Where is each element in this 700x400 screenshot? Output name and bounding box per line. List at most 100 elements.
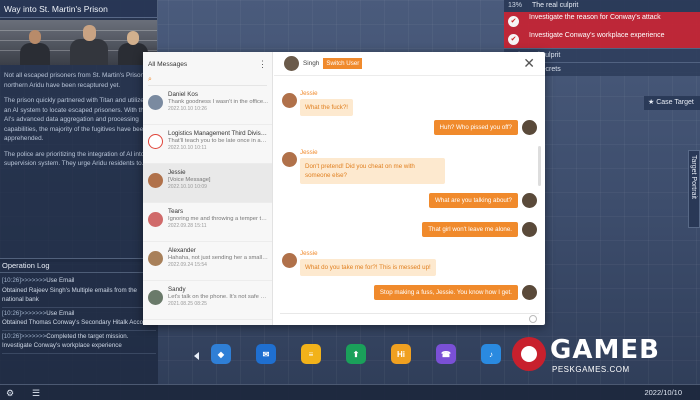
list-icon[interactable]: ☰ bbox=[32, 388, 40, 399]
message-bubble: What the fuck?! bbox=[300, 99, 353, 116]
task-item-label: Investigate Conway's workplace experienc… bbox=[529, 32, 665, 39]
message-bubble: Stop making a fuss, Jessie. You know how… bbox=[373, 285, 518, 300]
log-entry: [10:26]>>>>>>>Completed the target missi… bbox=[2, 331, 156, 354]
contact-name: Daniel Kos bbox=[168, 91, 198, 98]
task-header-label: The real culprit bbox=[532, 2, 579, 9]
messenger-window: All Messages ⋮ ⌕ Daniel Kos Thank goodne… bbox=[143, 52, 545, 325]
avatar bbox=[148, 173, 163, 188]
notes-app-icon[interactable]: ≡ bbox=[301, 344, 321, 364]
app-dock: ◆ ✉ ≡ ⬆ Hi ☎ ♪ bbox=[211, 344, 501, 364]
contact-date: 2021.08.25 08:25 bbox=[168, 301, 207, 307]
contacts-title: All Messages bbox=[148, 60, 188, 68]
contact-preview: Hahaha, not just sending her a small gif… bbox=[168, 255, 268, 261]
search-icon[interactable]: ⌕ bbox=[148, 76, 267, 86]
case-target-button[interactable]: ★ Case Target bbox=[644, 96, 700, 110]
avatar bbox=[148, 251, 163, 266]
operation-log: Operation Log [10:26]>>>>>>>Use Email Ob… bbox=[0, 258, 158, 384]
operation-log-title: Operation Log bbox=[0, 259, 158, 273]
sender-name: Jessie bbox=[300, 250, 318, 257]
message-bubble: What are you talking about? bbox=[428, 193, 518, 208]
message-input[interactable] bbox=[280, 313, 539, 323]
news-paragraph: Not all escaped prisoners from St. Marti… bbox=[4, 72, 151, 89]
avatar bbox=[522, 222, 537, 237]
close-icon[interactable]: ✕ bbox=[523, 56, 535, 70]
operation-log-list: [10:26]>>>>>>> Use Email Obtained Rajeev … bbox=[0, 273, 158, 356]
avatar bbox=[522, 193, 537, 208]
message-outgoing: Stop making a fuss, Jessie. You know how… bbox=[373, 285, 537, 300]
task-item-label: Investigate the reason for Conway's atta… bbox=[529, 14, 661, 21]
switch-user-button[interactable]: Switch User bbox=[323, 58, 363, 69]
contact-item[interactable]: Jessie [Voice Message] 2022.10.10 10:09 bbox=[143, 164, 272, 203]
log-entry: [10:26]>>>>>>>Use Email Obtained Thomas … bbox=[2, 308, 156, 331]
sender-name: Jessie bbox=[300, 149, 318, 156]
maps-app-icon[interactable]: ⬆ bbox=[346, 344, 366, 364]
system-date: 2022/10/10 bbox=[644, 388, 682, 397]
phone-app-icon[interactable]: ☎ bbox=[436, 344, 456, 364]
contact-preview: Ignoring me and throwing a temper tantru… bbox=[168, 216, 268, 222]
contact-name: Sandy bbox=[168, 286, 186, 293]
contact-item[interactable]: Alexander Hahaha, not just sending her a… bbox=[143, 242, 272, 281]
contact-item[interactable]: Tears Ignoring me and throwing a temper … bbox=[143, 203, 272, 242]
task-progress: 13% bbox=[508, 2, 523, 9]
message-bubble: Huh? Who pissed you off? bbox=[433, 120, 518, 135]
message-outgoing: Huh? Who pissed you off? bbox=[433, 120, 537, 135]
message-thread: Jessie What the fuck?! Huh? Who pissed y… bbox=[274, 76, 545, 313]
target-portrait-tab[interactable]: Target Portrait bbox=[688, 150, 700, 228]
contact-name: Tears bbox=[168, 208, 184, 215]
avatar bbox=[148, 212, 163, 227]
log-entry: [10:26]>>>>>>>Use Email Obtained Rajeev … bbox=[2, 275, 156, 308]
more-menu-icon[interactable]: ⋮ bbox=[258, 59, 267, 70]
task-item[interactable]: ✔ Investigate the reason for Conway's at… bbox=[504, 12, 700, 30]
emoji-icon[interactable] bbox=[529, 315, 537, 323]
task-item[interactable]: ✔ Investigate Conway's workplace experie… bbox=[504, 30, 700, 48]
contacts-header: All Messages ⋮ bbox=[143, 52, 272, 76]
news-paragraph: The prison quickly partnered with Titan … bbox=[4, 97, 148, 142]
avatar bbox=[148, 95, 163, 110]
star-icon: ★ bbox=[648, 99, 655, 106]
hitalk-app-icon[interactable]: Hi bbox=[391, 344, 411, 364]
message-bubble: Don't pretend! Did you cheat on me with … bbox=[300, 158, 445, 184]
news-title-text: Way into St. Martin's Prison bbox=[4, 4, 108, 14]
log-text: Use Email bbox=[46, 309, 75, 317]
contact-item[interactable]: Daniel Kos Thank goodness I wasn't in th… bbox=[143, 86, 272, 125]
chat-scrollbar[interactable] bbox=[538, 146, 541, 186]
log-timestamp: [10:26]>>>>>>> bbox=[2, 332, 47, 340]
task-header[interactable]: 13% The real culprit bbox=[504, 0, 700, 12]
contact-item[interactable]: Logistics Management Third Division That… bbox=[143, 125, 272, 164]
contact-date: 2022.10.10 10:26 bbox=[168, 106, 207, 112]
log-text: Obtained Rajeev Singh's Multiple emails … bbox=[2, 286, 137, 304]
gear-icon[interactable]: ⚙ bbox=[6, 388, 14, 399]
message-bubble: That girl won't leave me alone. bbox=[422, 222, 518, 237]
message-outgoing: That girl won't leave me alone. bbox=[422, 222, 537, 237]
contact-name: Alexander bbox=[168, 247, 196, 254]
avatar bbox=[148, 290, 163, 305]
chat-header: Singh Switch User bbox=[274, 52, 545, 76]
mail-app-icon[interactable]: ✉ bbox=[256, 344, 276, 364]
checkmark-icon: ✔ bbox=[508, 34, 519, 45]
news-paragraph: The police are prioritizing the integrat… bbox=[4, 150, 148, 168]
dock-scroll-left-icon[interactable] bbox=[194, 352, 199, 360]
message-incoming: Jessie What do you take me for?! This is… bbox=[282, 250, 436, 276]
watermark-text: GAMEB bbox=[550, 335, 660, 365]
browser-app-icon[interactable]: ◆ bbox=[211, 344, 231, 364]
bottom-taskbar: ⚙ ☰ 2022/10/10 bbox=[0, 384, 700, 400]
music-app-icon[interactable]: ♪ bbox=[481, 344, 501, 364]
contact-preview: That'll teach you to be late once in a w… bbox=[168, 138, 268, 144]
contact-item[interactable]: Sandy Let's talk on the phone. It's not … bbox=[143, 281, 272, 320]
current-user-name: Singh bbox=[303, 60, 320, 67]
contact-preview: Thank goodness I wasn't in the office... bbox=[168, 99, 268, 105]
target-portrait-label: Target Portrait bbox=[690, 155, 697, 199]
avatar bbox=[148, 134, 163, 149]
log-text: Obtained Thomas Conway's Secondary Hital… bbox=[2, 319, 152, 326]
message-bubble: What do you take me for?! This is messed… bbox=[300, 259, 436, 276]
news-panel: Way into St. Martin's Prison Not all esc… bbox=[0, 0, 158, 262]
message-outgoing: What are you talking about? bbox=[428, 193, 537, 208]
watermark-subtext: PESKGAMES.COM bbox=[552, 365, 630, 374]
checkmark-icon: ✔ bbox=[508, 16, 519, 27]
contact-date: 2022.09.24 15:54 bbox=[168, 262, 207, 268]
contact-date: 2022.09.28 15:11 bbox=[168, 223, 207, 229]
contact-date: 2022.10.10 10:11 bbox=[168, 145, 207, 151]
news-body: Not all escaped prisoners from St. Marti… bbox=[0, 67, 157, 179]
chat-panel: Singh Switch User ✕ Jessie What the fuck… bbox=[274, 52, 545, 325]
task-list: ✔ Investigate the reason for Conway's at… bbox=[504, 12, 700, 48]
